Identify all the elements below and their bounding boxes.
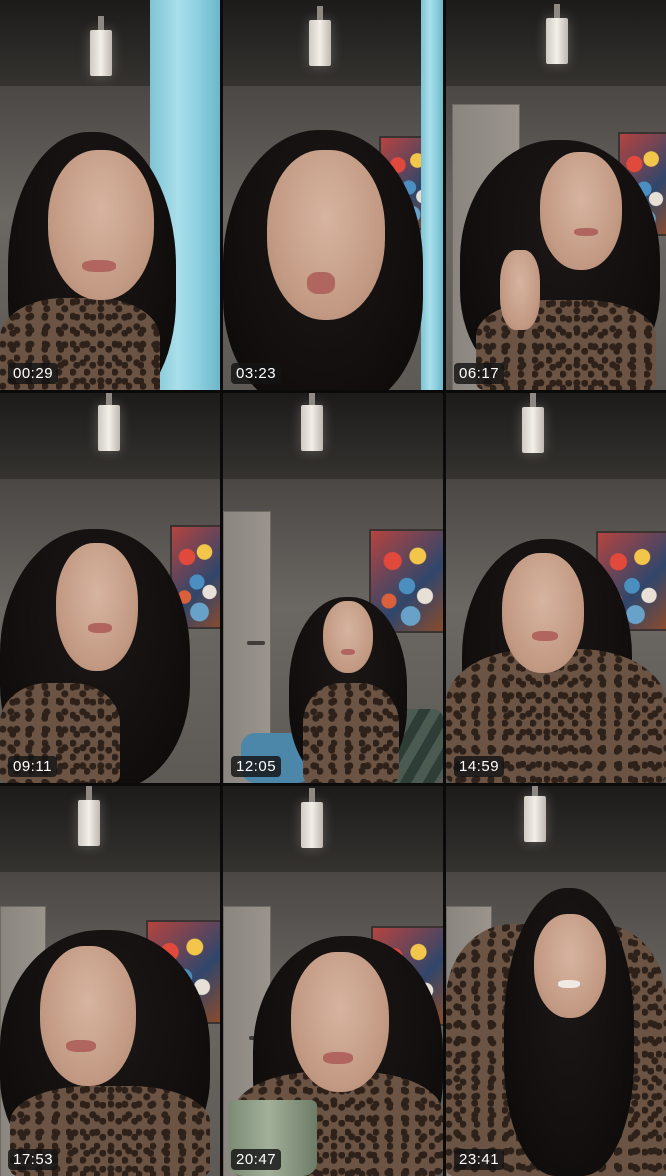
- thumbnail-image: [0, 786, 220, 1176]
- video-thumbnail[interactable]: 00:29: [0, 0, 220, 390]
- duration-timestamp: 17:53: [8, 1149, 59, 1170]
- video-thumbnail[interactable]: 09:11: [0, 393, 220, 783]
- video-thumbnail[interactable]: 14:59: [446, 393, 666, 783]
- video-thumbnail[interactable]: 03:23: [223, 0, 443, 390]
- video-thumbnail[interactable]: 20:47: [223, 786, 443, 1176]
- video-thumbnail[interactable]: 23:41: [446, 786, 666, 1176]
- video-thumbnail[interactable]: 06:17: [446, 0, 666, 390]
- thumbnail-image: [446, 786, 666, 1176]
- thumbnail-image: [223, 0, 443, 390]
- video-thumbnail[interactable]: 12:05: [223, 393, 443, 783]
- duration-timestamp: 12:05: [231, 756, 282, 777]
- duration-timestamp: 20:47: [231, 1149, 282, 1170]
- video-thumbnail[interactable]: 17:53: [0, 786, 220, 1176]
- thumbnail-image: [0, 0, 220, 390]
- thumbnail-image: [446, 0, 666, 390]
- thumbnail-image: [223, 786, 443, 1176]
- video-thumbnail-grid: 00:29 03:23 06:17 09:11 12:05 14:59 17:5…: [0, 0, 666, 1176]
- thumbnail-image: [223, 393, 443, 783]
- duration-timestamp: 09:11: [8, 756, 57, 777]
- thumbnail-image: [446, 393, 666, 783]
- thumbnail-image: [0, 393, 220, 783]
- duration-timestamp: 14:59: [454, 756, 505, 777]
- duration-timestamp: 03:23: [231, 363, 282, 384]
- duration-timestamp: 06:17: [454, 363, 505, 384]
- duration-timestamp: 00:29: [8, 363, 59, 384]
- duration-timestamp: 23:41: [454, 1149, 505, 1170]
